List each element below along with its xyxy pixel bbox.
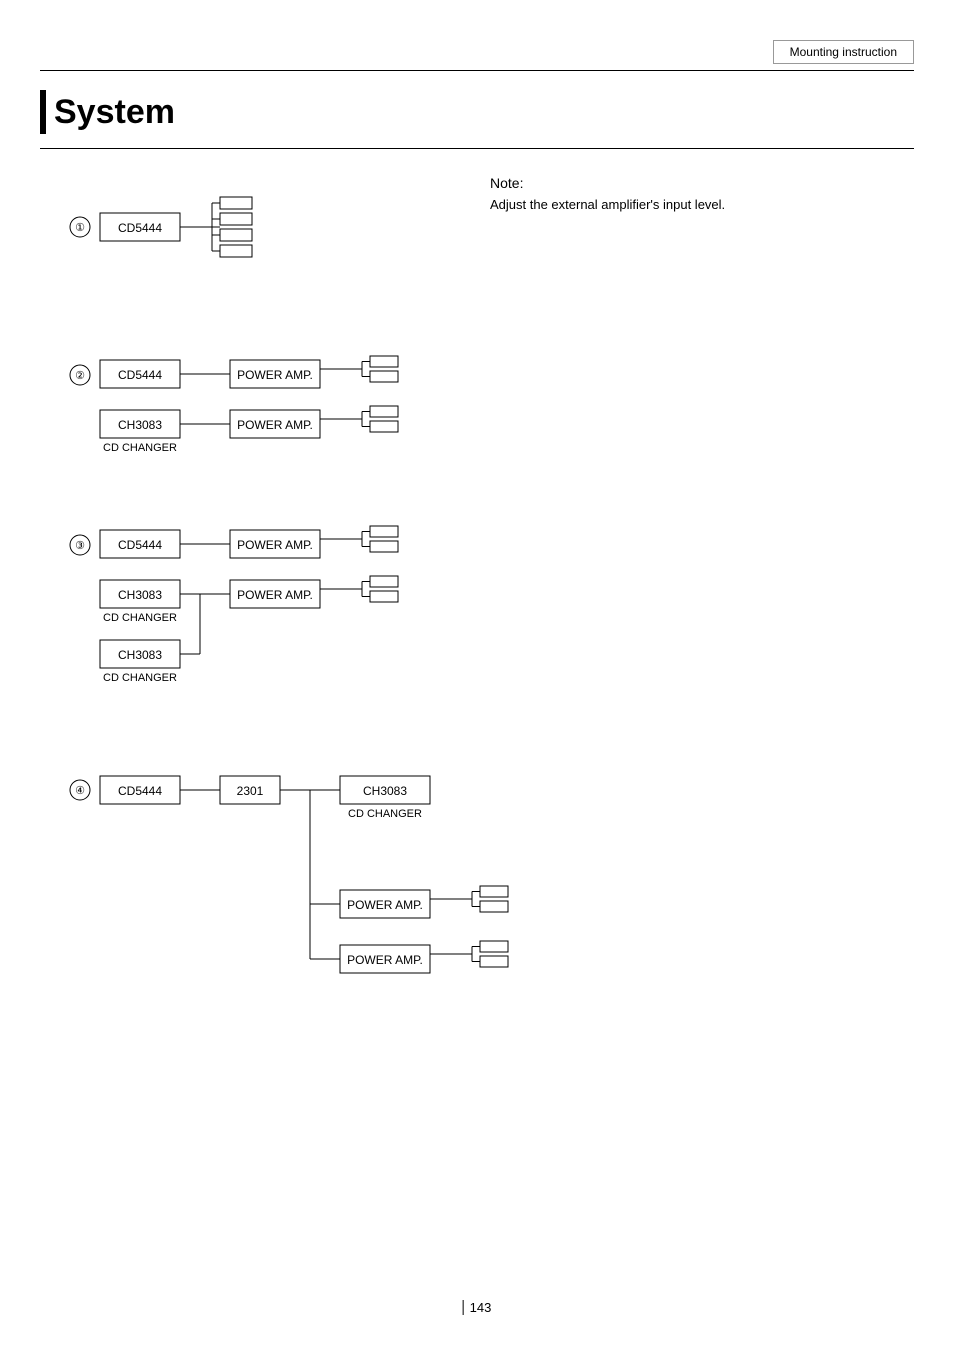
- svg-text:①: ①: [75, 222, 85, 234]
- svg-text:CD5444: CD5444: [118, 784, 162, 798]
- page-title: System: [54, 93, 175, 132]
- diagram-2: ② CD5444 CH3083 CD CHANGER POWER AMP. PO…: [60, 340, 490, 470]
- svg-text:CD CHANGER: CD CHANGER: [103, 672, 177, 684]
- svg-text:CD CHANGER: CD CHANGER: [348, 808, 422, 820]
- svg-text:CD CHANGER: CD CHANGER: [103, 442, 177, 454]
- diagram-2-svg: ② CD5444 CH3083 CD CHANGER POWER AMP. PO…: [60, 340, 490, 480]
- svg-text:CD CHANGER: CD CHANGER: [103, 612, 177, 624]
- svg-text:CH3083: CH3083: [118, 648, 162, 662]
- svg-text:CD5444: CD5444: [118, 368, 162, 382]
- svg-text:②: ②: [75, 370, 85, 382]
- top-rule: [40, 70, 914, 71]
- svg-text:④: ④: [75, 785, 85, 797]
- svg-text:POWER AMP.: POWER AMP.: [237, 588, 313, 602]
- diagram-4-svg: ④ CD5444 2301 CH3083 CD CHANGER POWER AM…: [60, 760, 710, 1050]
- diagram-4: ④ CD5444 2301 CH3083 CD CHANGER POWER AM…: [60, 760, 700, 1040]
- svg-text:POWER AMP.: POWER AMP.: [347, 898, 423, 912]
- title-rule: [40, 148, 914, 149]
- svg-text:CD5444: CD5444: [118, 538, 162, 552]
- svg-text:POWER AMP.: POWER AMP.: [237, 418, 313, 432]
- header-title: Mounting instruction: [773, 40, 914, 64]
- svg-text:③: ③: [75, 540, 85, 552]
- diagram-1: ① CD5444: [60, 175, 480, 305]
- note-text: Adjust the external amplifier's input le…: [490, 195, 725, 215]
- diagram-1-svg: ① CD5444: [60, 175, 480, 305]
- note-box: Note: Adjust the external amplifier's in…: [490, 175, 725, 215]
- svg-text:CH3083: CH3083: [118, 418, 162, 432]
- title-accent-bar: [40, 90, 46, 134]
- diagram-3-svg: ③ CD5444 CH3083 CD CHANGER CH3083 CD CHA…: [60, 510, 500, 720]
- svg-text:POWER AMP.: POWER AMP.: [237, 538, 313, 552]
- svg-text:2301: 2301: [237, 784, 264, 798]
- svg-text:POWER AMP.: POWER AMP.: [347, 953, 423, 967]
- svg-text:CD5444: CD5444: [118, 221, 162, 235]
- diagram-3: ③ CD5444 CH3083 CD CHANGER CH3083 CD CHA…: [60, 510, 490, 710]
- svg-text:CH3083: CH3083: [118, 588, 162, 602]
- note-title: Note:: [490, 175, 725, 191]
- svg-text:CH3083: CH3083: [363, 784, 407, 798]
- page-title-area: System: [40, 90, 175, 134]
- svg-text:POWER AMP.: POWER AMP.: [237, 368, 313, 382]
- page-number: 143: [463, 1300, 492, 1315]
